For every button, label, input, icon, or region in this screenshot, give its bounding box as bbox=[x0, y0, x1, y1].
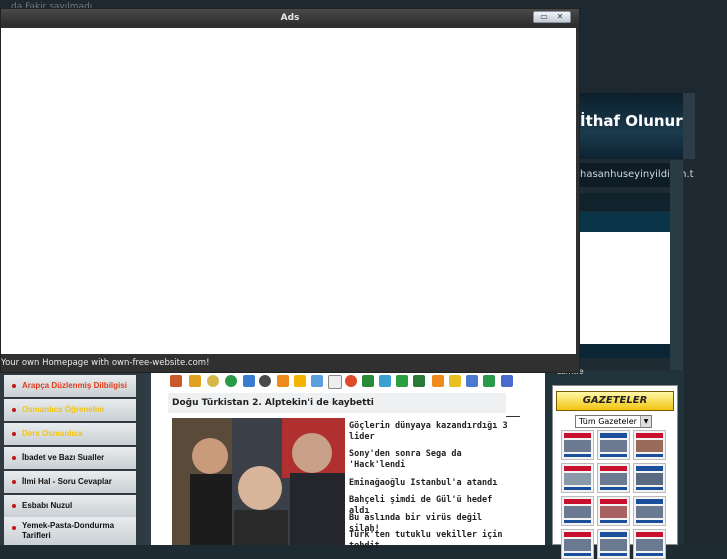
headline[interactable]: Doğu Türkistan 2. Alptekin'i de kaybetti bbox=[168, 393, 506, 413]
nav-item-label: İlmi Hal - Soru Cevaplar bbox=[22, 477, 112, 486]
nav-item-yemek-tarifleri[interactable]: Yemek-Pasta-Dondurma Tarifleri bbox=[4, 517, 136, 545]
help-icon[interactable] bbox=[501, 375, 513, 387]
book-icon[interactable] bbox=[413, 375, 425, 387]
bullet-icon bbox=[12, 384, 16, 388]
orange-icon[interactable] bbox=[277, 375, 289, 387]
nav-item-label: Yemek-Pasta-Dondurma Tarifleri bbox=[22, 521, 115, 540]
news-photo[interactable] bbox=[172, 418, 345, 545]
newspaper-thumb[interactable] bbox=[597, 529, 630, 559]
newspaper-thumb[interactable] bbox=[633, 430, 666, 460]
newspaper-thumb[interactable] bbox=[597, 430, 630, 460]
yahoo-icon[interactable] bbox=[294, 375, 306, 387]
arrow-icon[interactable] bbox=[362, 375, 374, 387]
stumble-icon[interactable] bbox=[225, 375, 237, 387]
nav-item-label: Ders Osmanlıca bbox=[22, 429, 83, 438]
furl-icon[interactable] bbox=[207, 375, 219, 387]
bullet-icon bbox=[12, 408, 16, 412]
right-background bbox=[684, 93, 727, 545]
nav-item-label: İbadet ve Bazı Sualler bbox=[22, 453, 105, 462]
news-item[interactable]: Sony'den sonra Sega da 'Hack'lendi bbox=[349, 449, 509, 471]
newspaper-thumb[interactable] bbox=[633, 463, 666, 493]
news-item[interactable]: Eminağaoğlu Istanbul'a atandı bbox=[349, 478, 509, 489]
popup-title[interactable]: Ads bbox=[1, 9, 579, 27]
nav-item-ibadet[interactable]: İbadet ve Bazı Sualler bbox=[4, 447, 136, 469]
chevron-down-icon[interactable]: ▼ bbox=[640, 416, 651, 427]
nav-strip-blue bbox=[568, 212, 670, 232]
nav-item-ders-osmanlica[interactable]: Ders Osmanlıca bbox=[4, 423, 136, 445]
content-panel-bottom bbox=[568, 344, 670, 358]
divider bbox=[506, 416, 520, 417]
side-edge bbox=[670, 160, 683, 370]
delicious-icon[interactable] bbox=[170, 375, 182, 387]
newspaper-thumb[interactable] bbox=[597, 496, 630, 526]
bullet-icon bbox=[12, 480, 16, 484]
nav-item-ilmi-hal[interactable]: İlmi Hal - Soru Cevaplar bbox=[4, 471, 136, 493]
newspaper-thumb[interactable] bbox=[561, 463, 594, 493]
nav-item-osmanlica-ogrenelim[interactable]: Osmanlıca Öğrenelim bbox=[4, 399, 136, 421]
nav-strip bbox=[568, 193, 670, 211]
s-icon[interactable] bbox=[311, 375, 323, 387]
bullet-icon bbox=[12, 504, 16, 508]
popup-body bbox=[1, 28, 576, 354]
newspaper-thumb[interactable] bbox=[633, 529, 666, 559]
globe-icon[interactable] bbox=[259, 375, 271, 387]
news-photo-image bbox=[172, 418, 345, 545]
newspaper-select-value: Tüm Gazeteler bbox=[579, 417, 637, 426]
windows-icon[interactable] bbox=[345, 375, 357, 387]
newspaper-thumb[interactable] bbox=[561, 430, 594, 460]
a-icon[interactable] bbox=[243, 375, 255, 387]
gazeteler-title: GAZETELER bbox=[556, 391, 674, 411]
bullet-icon bbox=[12, 526, 16, 530]
popup-window-controls: ▭ ✕ bbox=[533, 11, 571, 23]
nav-item-arapca[interactable]: Arapça Düzlenmiş Dilbilgisi bbox=[4, 375, 136, 397]
maximize-icon[interactable]: ▭ bbox=[536, 12, 552, 22]
newspaper-select[interactable]: Tüm Gazeteler ▼ bbox=[575, 415, 652, 428]
header-title: İthaf Olunur bbox=[580, 112, 683, 130]
monitor-icon[interactable] bbox=[466, 375, 478, 387]
google-icon[interactable] bbox=[328, 375, 342, 389]
close-icon[interactable]: ✕ bbox=[552, 12, 568, 22]
nav-item-label: Arapça Düzlenmiş Dilbilgisi bbox=[22, 381, 127, 390]
news-item[interactable]: Göçlerin dünyaya kazandırdığı 3 lider bbox=[349, 421, 509, 443]
newspaper-thumb[interactable] bbox=[633, 496, 666, 526]
ads-popup: Ads ▭ ✕ Your own Homepage with own-free-… bbox=[0, 8, 580, 373]
newspaper-thumb[interactable] bbox=[561, 529, 594, 559]
b-icon[interactable] bbox=[432, 375, 444, 387]
popup-footer-link[interactable]: Your own Homepage with own-free-website.… bbox=[1, 358, 209, 368]
content-border bbox=[143, 370, 151, 545]
h-icon[interactable] bbox=[379, 375, 391, 387]
nav-item-label: Osmanlıca Öğrenelim bbox=[22, 405, 105, 414]
newspaper-thumb[interactable] bbox=[561, 496, 594, 526]
n-icon[interactable] bbox=[483, 375, 495, 387]
bullet-icon bbox=[12, 456, 16, 460]
content-panel bbox=[568, 232, 670, 344]
smile-icon[interactable] bbox=[449, 375, 461, 387]
c-icon[interactable] bbox=[396, 375, 408, 387]
newspaper-thumb[interactable] bbox=[597, 463, 630, 493]
digg-icon[interactable] bbox=[189, 375, 201, 387]
bullet-icon bbox=[12, 432, 16, 436]
news-item[interactable]: Türk'ten tutuklu vekiller için tehdit bbox=[349, 530, 509, 552]
nav-item-esbabi-nuzul[interactable]: Esbabı Nuzul bbox=[4, 495, 136, 517]
nav-item-label: Esbabı Nuzul bbox=[22, 501, 73, 510]
